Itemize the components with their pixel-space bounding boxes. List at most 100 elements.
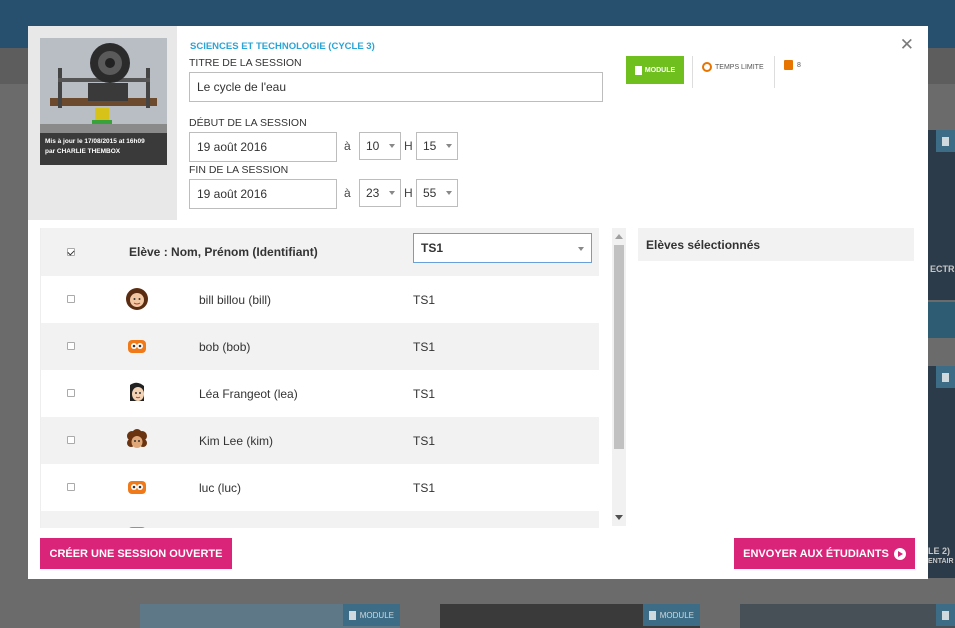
document-icon: [942, 136, 949, 146]
student-name: luc (luc): [199, 481, 242, 495]
dark-hair-girl-avatar-icon: [130, 382, 144, 401]
selected-students-panel: Elèves sélectionnés: [638, 228, 914, 261]
document-icon: [348, 610, 356, 620]
robot-avatar-icon: [128, 481, 146, 494]
class-filter-value: TS1: [421, 241, 444, 255]
chevron-down-icon: [389, 144, 395, 148]
students-table: Elève : Nom, Prénom (Identifiant) TS1 bi…: [40, 228, 599, 528]
background-card-tag: [936, 604, 955, 626]
close-icon[interactable]: ✕: [900, 36, 914, 53]
end-minute-value: 55: [423, 186, 437, 200]
start-hour-separator: H: [404, 139, 413, 153]
scroll-down-arrow-icon[interactable]: [615, 515, 623, 520]
background-card-tag: [936, 366, 955, 388]
table-row[interactable]: [41, 511, 599, 528]
selected-students-title: Elèves sélectionnés: [646, 238, 761, 252]
students-table-header: Elève : Nom, Prénom (Identifiant) TS1: [41, 228, 599, 276]
student-name: Kim Lee (kim): [199, 434, 274, 448]
background-card-bottom-1: MODULE: [140, 604, 400, 628]
start-hour-value: 10: [366, 139, 380, 153]
student-class: TS1: [413, 340, 436, 354]
start-minute-value: 15: [423, 139, 437, 153]
end-minute-select[interactable]: 55: [416, 179, 458, 207]
end-hour-select[interactable]: 23: [359, 179, 401, 207]
badge-divider: [774, 56, 775, 88]
student-class: TS1: [413, 434, 436, 448]
student-class: TS1: [413, 387, 436, 401]
background-card-fragment: ENTAIR: [928, 558, 954, 565]
time-limit-label: TEMPS LIMITE: [715, 63, 764, 71]
table-row[interactable]: Léa Frangeot (lea) TS1: [41, 370, 599, 417]
end-hour-separator: H: [404, 186, 413, 200]
send-to-students-label: ENVOYER AUX ÉTUDIANTS: [743, 547, 889, 560]
document-icon: [942, 372, 949, 382]
chevron-down-icon: [446, 191, 452, 195]
row-checkbox[interactable]: [67, 295, 75, 303]
create-session-modal: ✕ Mis à jour le 17/08/2015 at 16h09 par …: [28, 26, 928, 579]
module-badge-label: MODULE: [644, 66, 676, 74]
curly-girl-avatar-icon: [127, 429, 147, 448]
table-row[interactable]: luc (luc) TS1: [41, 464, 599, 511]
class-filter-select[interactable]: TS1: [413, 233, 592, 263]
background-card-tag: [936, 130, 955, 152]
document-icon: [942, 610, 949, 620]
background-card-right-2: LE 2) ENTAIR: [928, 366, 955, 578]
student-name: bill billou (bill): [199, 293, 272, 307]
background-card-bottom-2: MODULE: [440, 604, 700, 628]
student-name: Léa Frangeot (lea): [199, 387, 298, 401]
module-tag-label: MODULE: [659, 610, 694, 620]
row-checkbox[interactable]: [67, 389, 75, 397]
student-class: TS1: [413, 293, 436, 307]
row-checkbox[interactable]: [67, 483, 75, 491]
subject-title: SCIENCES ET TECHNOLOGIE (CYCLE 3): [190, 41, 375, 52]
module-thumbnail-panel: Mis à jour le 17/08/2015 at 16h09 par CH…: [28, 26, 177, 220]
row-checkbox[interactable]: [67, 436, 75, 444]
students-scrollbar[interactable]: [612, 228, 626, 526]
end-at-label: à: [344, 186, 351, 200]
student-column-header: Elève : Nom, Prénom (Identifiant): [129, 245, 318, 259]
item-count-value: 8: [797, 61, 801, 69]
background-card-tag: MODULE: [642, 604, 700, 626]
create-open-session-button[interactable]: CRÉER UNE SESSION OUVERTE: [40, 538, 232, 569]
module-tag-label: MODULE: [359, 610, 394, 620]
module-thumbnail-image: [40, 38, 167, 133]
send-to-students-button[interactable]: ENVOYER AUX ÉTUDIANTS: [734, 538, 915, 569]
chevron-down-icon: [578, 247, 584, 251]
badge-divider: [692, 56, 693, 88]
session-start-label: DÉBUT DE LA SESSION: [189, 117, 307, 129]
select-all-checkbox[interactable]: [67, 248, 75, 256]
background-card-fragment: LE 2): [928, 546, 951, 556]
thumbnail-caption-date: Mis à jour le 17/08/2015 at 16h09: [45, 138, 145, 145]
session-title-input[interactable]: Le cycle de l'eau: [189, 72, 603, 102]
background-card-fragment: ECTR: [930, 264, 955, 274]
background-card-right-1: ECTR: [928, 130, 955, 300]
time-limit-badge: TEMPS LIMITE: [702, 62, 764, 72]
play-circle-icon: [893, 547, 906, 560]
row-checkbox[interactable]: [67, 342, 75, 350]
robot-avatar-icon: [128, 340, 146, 353]
start-hour-select[interactable]: 10: [359, 132, 401, 160]
item-count-badge: 8: [784, 60, 801, 70]
3d-printer-illustration: [40, 38, 167, 133]
session-start-date-input[interactable]: 19 août 2016: [189, 132, 337, 162]
start-minute-select[interactable]: 15: [416, 132, 458, 160]
background-card-tag: MODULE: [342, 604, 400, 626]
session-end-label: FIN DE LA SESSION: [189, 164, 289, 176]
scrollbar-thumb[interactable]: [614, 245, 624, 449]
chevron-down-icon: [389, 191, 395, 195]
table-row[interactable]: bill billou (bill) TS1: [41, 276, 599, 323]
bag-icon: [784, 60, 793, 70]
session-end-date-input[interactable]: 19 août 2016: [189, 179, 337, 209]
background-card-bottom-3: [740, 604, 955, 628]
girl-face-avatar-icon: [126, 288, 148, 310]
thumbnail-caption: Mis à jour le 17/08/2015 at 16h09 par CH…: [40, 133, 167, 165]
session-title-label: TITRE DE LA SESSION: [189, 57, 302, 69]
start-at-label: à: [344, 139, 351, 153]
background-card-strip: [928, 302, 955, 338]
chevron-down-icon: [446, 144, 452, 148]
table-row[interactable]: Kim Lee (kim) TS1: [41, 417, 599, 464]
table-row[interactable]: bob (bob) TS1: [41, 323, 599, 370]
end-hour-value: 23: [366, 186, 380, 200]
document-icon: [648, 610, 656, 620]
scroll-up-arrow-icon[interactable]: [615, 234, 623, 239]
